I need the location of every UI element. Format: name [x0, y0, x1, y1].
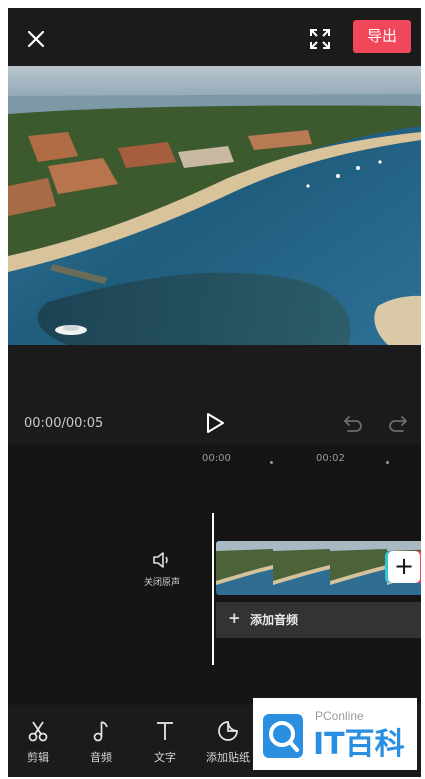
tool-label: 剪辑: [27, 751, 49, 764]
video-editor-screen: 导出 00:00/00:05 00:00 00:02 关闭原声 + + 添加音频…: [8, 8, 421, 777]
scissors-icon: [28, 721, 48, 742]
aerial-coast-image: [8, 66, 421, 345]
tool-sticker[interactable]: 添加贴纸: [200, 719, 256, 765]
it-baike-text: IT百科: [313, 727, 405, 762]
tool-label: 添加贴纸: [206, 751, 250, 764]
play-icon: [207, 413, 224, 433]
redo-icon: [389, 416, 408, 432]
export-button[interactable]: 导出: [353, 20, 411, 53]
add-audio-plus: +: [228, 609, 241, 627]
timeline[interactable]: 00:00 00:02 关闭原声 + + 添加音频: [8, 445, 421, 705]
add-clip-button[interactable]: +: [388, 551, 420, 583]
mute-label: 关闭原声: [143, 578, 180, 588]
ruler-dot: [270, 461, 273, 464]
add-audio-label: 添加音频: [250, 613, 299, 627]
pconline-text: PConline: [315, 709, 364, 723]
timecode: 00:00/00:05: [24, 416, 104, 431]
mute-original-audio-button[interactable]: 关闭原声: [138, 550, 186, 588]
fullscreen-button[interactable]: [306, 25, 334, 53]
playback-controls: 00:00/00:05: [8, 405, 421, 445]
add-audio-button[interactable]: + 添加音频: [216, 602, 421, 638]
preview-padding: [8, 345, 421, 405]
video-preview[interactable]: [8, 66, 421, 345]
close-button[interactable]: [22, 25, 50, 53]
tool-edit[interactable]: 剪辑: [10, 719, 66, 765]
undo-icon: [343, 416, 362, 432]
pconline-watermark: PConline IT百科: [253, 698, 417, 770]
close-icon: [27, 30, 45, 48]
music-note-icon: [93, 721, 108, 742]
tool-label: 文字: [154, 751, 176, 764]
tool-text[interactable]: 文字: [137, 719, 193, 765]
sticker-icon: [218, 721, 238, 741]
ruler-tick: 00:02: [316, 453, 345, 464]
tool-audio[interactable]: 音频: [73, 719, 129, 765]
speaker-icon: [153, 552, 168, 568]
top-bar: 导出: [8, 8, 421, 66]
ruler-dot: [386, 461, 389, 464]
redo-button[interactable]: [387, 413, 409, 435]
text-icon: [157, 722, 173, 740]
pconline-logo: PConline IT百科: [263, 709, 405, 762]
ruler-tick: 00:00: [202, 453, 231, 464]
playhead[interactable]: [212, 513, 214, 665]
clip-thumbnail: [273, 541, 330, 595]
play-button[interactable]: [203, 410, 227, 436]
clip-thumbnail: [330, 541, 387, 595]
undo-button[interactable]: [342, 413, 364, 435]
clip-thumbnail: [216, 541, 273, 595]
tool-label: 音频: [90, 751, 112, 764]
fullscreen-icon: [310, 29, 330, 49]
time-ruler: 00:00 00:02: [8, 445, 421, 485]
